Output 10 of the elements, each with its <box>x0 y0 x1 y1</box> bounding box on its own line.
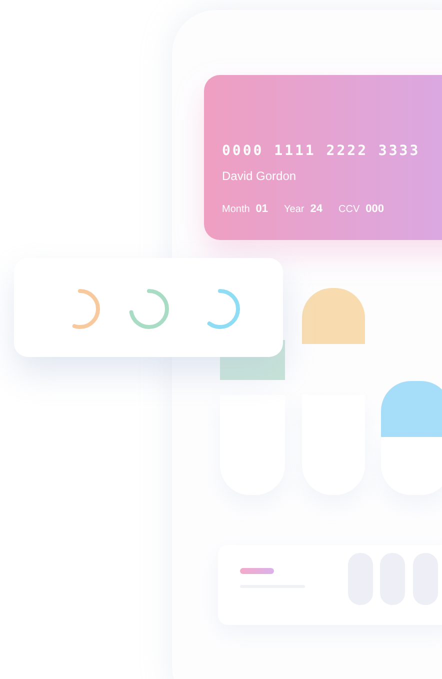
column-card <box>381 437 442 495</box>
field-label: CCV <box>338 204 360 215</box>
field-label: Month <box>222 204 250 215</box>
card-number: 0000 1111 2222 3333 <box>222 143 422 159</box>
accent-bar <box>240 568 274 574</box>
field-value: 24 <box>310 203 323 215</box>
cardholder-name: David Gordon <box>222 169 298 183</box>
field-value: 01 <box>256 203 268 215</box>
field-value: 000 <box>366 203 384 215</box>
field-label: Year <box>284 204 304 215</box>
